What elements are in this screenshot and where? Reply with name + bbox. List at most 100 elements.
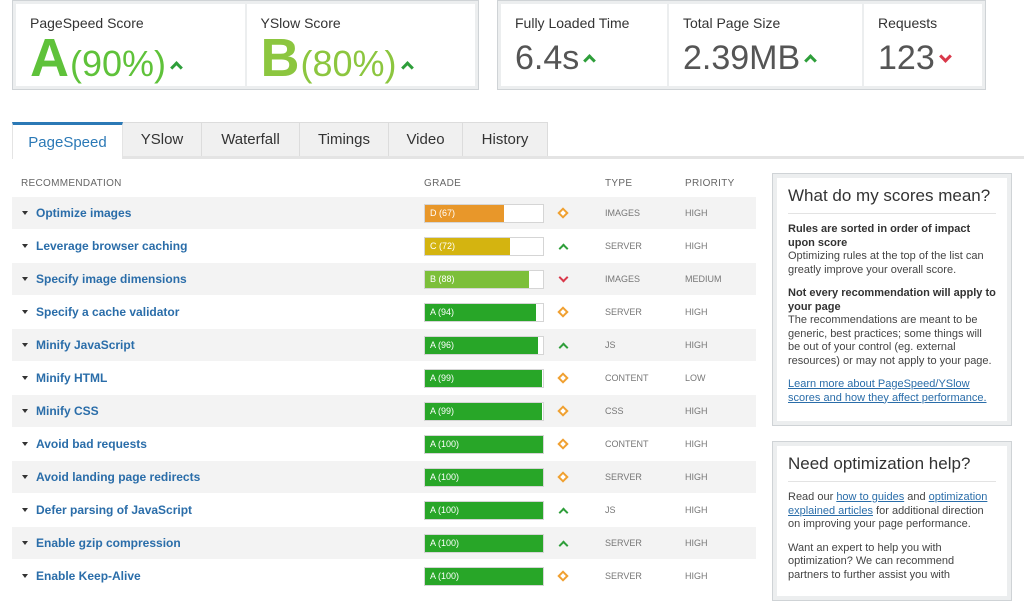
recommendation-name[interactable]: Enable gzip compression bbox=[36, 536, 181, 550]
report-tabs: PageSpeed YSlow Waterfall Timings Video … bbox=[12, 122, 1024, 159]
recommendation-cell[interactable]: Leverage browser caching bbox=[12, 239, 424, 253]
how-to-guides-link[interactable]: how to guides bbox=[836, 491, 904, 503]
recommendation-name[interactable]: Minify HTML bbox=[36, 371, 107, 385]
caret-down-icon[interactable] bbox=[22, 442, 28, 446]
caret-down-icon[interactable] bbox=[22, 409, 28, 413]
priority-cell: HIGH bbox=[685, 571, 708, 581]
tab-yslow[interactable]: YSlow bbox=[122, 122, 202, 156]
scores-explainer-heading2: Not every recommendation will apply to y… bbox=[788, 287, 996, 313]
table-row[interactable]: Specify image dimensions B (88) IMAGES MEDI… bbox=[12, 262, 756, 295]
caret-down-icon[interactable] bbox=[22, 541, 28, 545]
grade-bar: A (99) bbox=[424, 401, 544, 421]
recommendation-name[interactable]: Specify image dimensions bbox=[36, 272, 187, 286]
table-row[interactable]: Defer parsing of JavaScript A (100) JS HIGH bbox=[12, 493, 756, 526]
caret-down-icon[interactable] bbox=[22, 310, 28, 314]
requests-value: 123 bbox=[878, 39, 935, 77]
recommendation-name[interactable]: Specify a cache validator bbox=[36, 305, 179, 319]
recommendation-name[interactable]: Minify CSS bbox=[36, 404, 99, 418]
type-cell: SERVER bbox=[605, 538, 642, 548]
optimization-help-para1: Read our how to guides and optimization … bbox=[788, 491, 996, 532]
caret-down-icon[interactable] bbox=[22, 244, 28, 248]
metrics-panel: Fully Loaded Time 6.4s Total Page Size 2… bbox=[497, 0, 986, 90]
grade-panel: PageSpeed Score A (90%) YSlow Score B (8… bbox=[12, 0, 479, 90]
grade-bar: A (99) bbox=[424, 368, 544, 388]
table-row[interactable]: Specify a cache validator A (94) SERVER HIG… bbox=[12, 295, 756, 328]
type-cell: JS bbox=[605, 505, 616, 515]
fully-loaded-value: 6.4s bbox=[515, 39, 580, 77]
page-size-value: 2.39MB bbox=[683, 39, 801, 77]
learn-more-link[interactable]: Learn more about PageSpeed/YSlow scores … bbox=[788, 378, 987, 404]
table-row[interactable]: Optimize images D (67) IMAGES HIGH bbox=[12, 196, 756, 229]
recommendation-cell[interactable]: Minify JavaScript bbox=[12, 338, 424, 352]
header-grade: GRADE bbox=[424, 177, 462, 189]
no-change-icon-glyph bbox=[557, 207, 569, 219]
fully-loaded-time: Fully Loaded Time 6.4s bbox=[501, 4, 667, 86]
tab-history[interactable]: History bbox=[462, 122, 548, 156]
caret-down-icon[interactable] bbox=[22, 376, 28, 380]
type-cell: CSS bbox=[605, 406, 624, 416]
recommendation-cell[interactable]: Minify CSS bbox=[12, 404, 424, 418]
score-summary: PageSpeed Score A (90%) YSlow Score B (8… bbox=[12, 0, 986, 90]
recommendation-cell[interactable]: Enable gzip compression bbox=[12, 536, 424, 550]
grade-cell: A (96) bbox=[424, 335, 605, 355]
tab-video[interactable]: Video bbox=[388, 122, 463, 156]
caret-down-icon[interactable] bbox=[22, 277, 28, 281]
caret-down-icon[interactable] bbox=[22, 508, 28, 512]
optimization-help-para2: Want an expert to help you with optimiza… bbox=[788, 541, 955, 581]
table-row[interactable]: Enable Keep-Alive A (100) SERVER HIGH bbox=[12, 559, 756, 592]
caret-down-icon[interactable] bbox=[22, 574, 28, 578]
table-row[interactable]: Avoid bad requests A (100) CONTENT HIGH bbox=[12, 427, 756, 460]
grade-cell: A (100) bbox=[424, 467, 605, 487]
grade-bar: B (88) bbox=[424, 269, 544, 289]
no-change-icon bbox=[555, 469, 571, 485]
tab-timings[interactable]: Timings bbox=[299, 122, 389, 156]
type-cell: SERVER bbox=[605, 241, 642, 251]
recommendation-cell[interactable]: Defer parsing of JavaScript bbox=[12, 503, 424, 517]
grade-bar-fill: A (100) bbox=[425, 501, 543, 519]
grade-bar-fill: A (100) bbox=[425, 567, 543, 585]
grade-bar: A (100) bbox=[424, 500, 544, 520]
recommendation-name[interactable]: Avoid bad requests bbox=[36, 437, 147, 451]
trend-up-icon bbox=[170, 61, 183, 74]
type-cell: SERVER bbox=[605, 307, 642, 317]
trend-up-icon bbox=[555, 502, 571, 518]
table-row[interactable]: Minify JavaScript A (96) JS HIGH bbox=[12, 328, 756, 361]
pagespeed-score: PageSpeed Score A (90%) bbox=[16, 4, 245, 86]
table-row[interactable]: Avoid landing page redirects A (100) SERVE… bbox=[12, 460, 756, 493]
recommendation-cell[interactable]: Avoid bad requests bbox=[12, 437, 424, 451]
recommendation-name[interactable]: Minify JavaScript bbox=[36, 338, 135, 352]
caret-down-icon[interactable] bbox=[22, 475, 28, 479]
trend-up-icon-glyph bbox=[558, 540, 568, 550]
grade-bar-fill: B (88) bbox=[425, 270, 529, 288]
table-row[interactable]: Enable gzip compression A (100) SERVER HIGH bbox=[12, 526, 756, 559]
recommendation-cell[interactable]: Specify image dimensions bbox=[12, 272, 424, 286]
fully-loaded-label: Fully Loaded Time bbox=[515, 15, 630, 31]
grade-cell: A (99) bbox=[424, 368, 605, 388]
type-cell: CONTENT bbox=[605, 439, 649, 449]
table-row[interactable]: Leverage browser caching C (72) SERVER HIGH bbox=[12, 229, 756, 262]
trend-down-icon-glyph bbox=[558, 272, 568, 282]
caret-down-icon[interactable] bbox=[22, 343, 28, 347]
priority-cell: LOW bbox=[685, 373, 706, 383]
recommendation-name[interactable]: Leverage browser caching bbox=[36, 239, 187, 253]
recommendation-name[interactable]: Avoid landing page redirects bbox=[36, 470, 200, 484]
tab-pagespeed[interactable]: PageSpeed bbox=[12, 122, 123, 159]
recommendation-name[interactable]: Optimize images bbox=[36, 206, 131, 220]
no-change-icon-glyph bbox=[557, 372, 569, 384]
table-body: Optimize images D (67) IMAGES HIGH Leverage … bbox=[12, 196, 756, 592]
recommendation-cell[interactable]: Avoid landing page redirects bbox=[12, 470, 424, 484]
recommendation-cell[interactable]: Optimize images bbox=[12, 206, 424, 220]
grade-cell: D (67) bbox=[424, 203, 605, 223]
optimization-help-box: Need optimization help? Read our how to … bbox=[772, 441, 1012, 601]
recommendation-cell[interactable]: Specify a cache validator bbox=[12, 305, 424, 319]
trend-up-icon bbox=[555, 535, 571, 551]
recommendation-cell[interactable]: Minify HTML bbox=[12, 371, 424, 385]
table-header: RECOMMENDATION GRADE TYPE PRIORITY bbox=[12, 170, 756, 196]
table-row[interactable]: Minify HTML A (99) CONTENT LOW bbox=[12, 361, 756, 394]
scores-explainer-para1: Rules are sorted in order of impact upon… bbox=[788, 223, 996, 277]
tab-waterfall[interactable]: Waterfall bbox=[201, 122, 300, 156]
table-row[interactable]: Minify CSS A (99) CSS HIGH bbox=[12, 394, 756, 427]
recommendation-name[interactable]: Defer parsing of JavaScript bbox=[36, 503, 192, 517]
grade-cell: C (72) bbox=[424, 236, 605, 256]
caret-down-icon[interactable] bbox=[22, 211, 28, 215]
